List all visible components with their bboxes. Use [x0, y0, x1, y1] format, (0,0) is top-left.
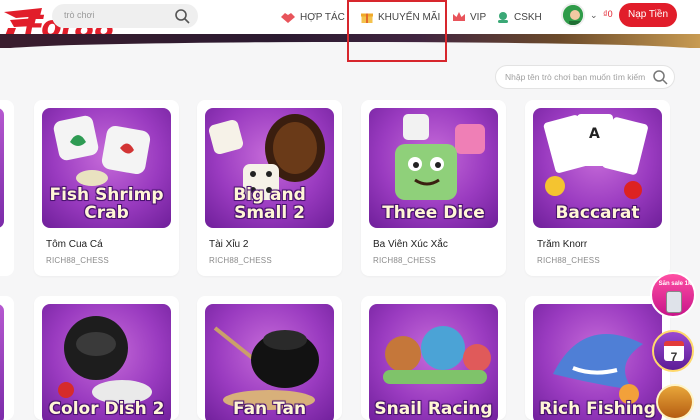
search-icon[interactable]: [174, 8, 190, 24]
balance-amount: ₫0: [603, 9, 613, 19]
game-art-title: Three Dice: [382, 203, 485, 223]
game-art: [0, 304, 4, 420]
game-card-three-dice[interactable]: Three Dice Ba Viên Xúc Xắc RICH88_CHESS: [361, 100, 506, 276]
partial-game-card[interactable]: [0, 100, 14, 276]
headset-icon: [498, 12, 508, 23]
svg-text:A: A: [589, 126, 600, 142]
deposit-button[interactable]: Nạp Tiền: [619, 3, 677, 27]
partial-game-card[interactable]: [0, 296, 14, 420]
game-name: Tài Xỉu 2: [209, 239, 249, 250]
promo-label: Săn sale 1k: [658, 281, 692, 287]
top-search-input[interactable]: trò chơi: [52, 4, 198, 28]
floating-calendar-promo[interactable]: 7: [652, 330, 694, 372]
game-name: Trăm Knorr: [537, 239, 588, 250]
game-art-title: Rich Fishing: [539, 399, 656, 419]
game-art: Fan Tan: [205, 304, 334, 420]
game-name: Ba Viên Xúc Xắc: [373, 239, 448, 250]
handshake-icon: [281, 13, 295, 23]
nav-label: VIP: [470, 11, 487, 23]
avatar[interactable]: [561, 3, 585, 27]
game-provider: RICH88_CHESS: [46, 256, 109, 265]
nav-label: HỢP TÁC: [300, 11, 345, 23]
game-art: Big and Small 2: [205, 108, 334, 228]
nav-cskh[interactable]: CSKH: [496, 8, 542, 26]
game-art: A Baccarat: [533, 108, 662, 228]
top-search-placeholder: trò chơi: [64, 10, 95, 20]
calendar-icon: 7: [664, 341, 684, 364]
game-provider: RICH88_CHESS: [537, 256, 600, 265]
floating-sale-promo[interactable]: Săn sale 1k: [650, 272, 696, 318]
nav-label: CSKH: [514, 11, 542, 23]
game-card-fan-tan[interactable]: Fan Tan: [197, 296, 342, 420]
nav-hop-tac[interactable]: HỢP TÁC: [280, 8, 345, 26]
game-art-title: Fan Tan: [232, 399, 307, 419]
game-provider: RICH88_CHESS: [209, 256, 272, 265]
search-icon[interactable]: [652, 69, 668, 85]
game-art-title: Baccarat: [555, 203, 640, 223]
game-card-fish-shrimp-crab[interactable]: Fish Shrimp Crab Tôm Cua Cá RICH88_CHESS: [34, 100, 179, 276]
game-name: Tôm Cua Cá: [46, 239, 103, 250]
crown-icon: [453, 12, 465, 21]
game-card-rich-fishing[interactable]: Rich Fishing: [525, 296, 670, 420]
game-art: Three Dice: [369, 108, 498, 228]
game-art-title: Big and Small 2: [233, 185, 306, 223]
game-card-big-and-small-2[interactable]: Big and Small 2 Tài Xỉu 2 RICH88_CHESS: [197, 100, 342, 276]
game-card-baccarat[interactable]: A Baccarat Trăm Knorr RICH88_CHESS: [525, 100, 670, 276]
game-art: Color Dish 2: [42, 304, 171, 420]
game-art: Snail Racing: [369, 304, 498, 420]
game-card-snail-racing[interactable]: Snail Racing: [361, 296, 506, 420]
game-search-input[interactable]: Nhập tên trò chơi bạn muốn tìm kiếm: [495, 65, 675, 89]
game-card-color-dish-2[interactable]: Color Dish 2: [34, 296, 179, 420]
game-search-placeholder: Nhập tên trò chơi bạn muốn tìm kiếm: [505, 72, 646, 82]
chevron-down-icon[interactable]: ⌄: [590, 10, 598, 21]
game-art: [0, 108, 4, 228]
game-art-title: Fish Shrimp Crab: [49, 185, 164, 223]
floating-reward-promo[interactable]: [656, 384, 694, 420]
game-art-title: Color Dish 2: [48, 399, 165, 419]
avatar-icon: [563, 5, 583, 25]
phone-icon: [666, 291, 682, 313]
game-art-title: Snail Racing: [374, 399, 493, 419]
highlight-annotation: [347, 0, 447, 62]
game-provider: RICH88_CHESS: [373, 256, 436, 265]
game-art: Fish Shrimp Crab: [42, 108, 171, 228]
game-art: Rich Fishing: [533, 304, 662, 420]
nav-vip[interactable]: VIP: [452, 8, 486, 26]
